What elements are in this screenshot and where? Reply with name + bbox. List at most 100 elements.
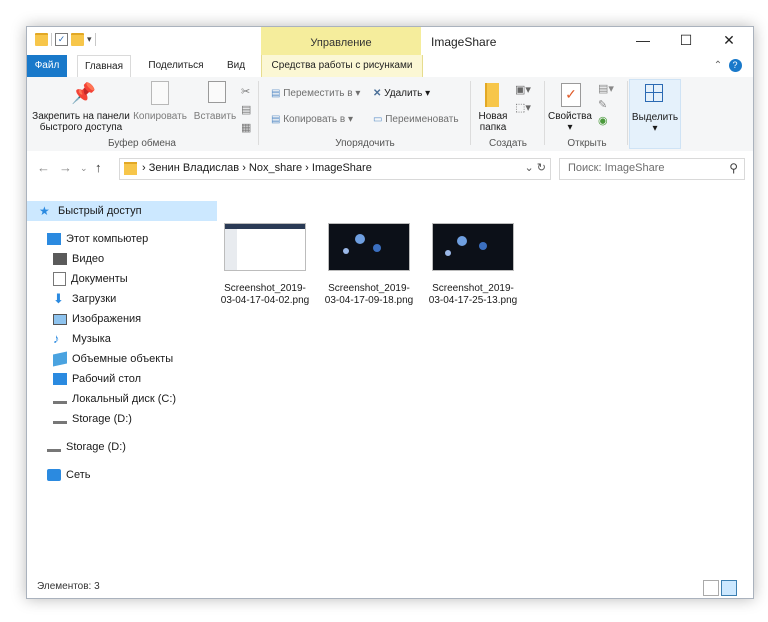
file-name: Screenshot_2019-03-04-17-04-02.png [220,283,310,306]
sidebar-item-downloads[interactable]: ⬇ Загрузки [27,289,231,309]
image-thumbnail [328,223,410,271]
sidebar-item-documents[interactable]: Документы [27,269,231,289]
paste-icon [208,81,226,103]
sidebar-item-pictures[interactable]: Изображения [27,309,231,329]
tab-share[interactable]: Поделиться [140,55,212,77]
explorer-window: ✓ ▾ Управление ImageShare — ☐ ✕ Файл Гла… [26,26,754,599]
download-icon: ⬇ [53,291,64,306]
breadcrumb[interactable]: › Зенин Владислав › Nox_share › ImageSha… [142,162,372,174]
help-icon[interactable]: ? [727,55,743,77]
address-bar[interactable]: › Зенин Владислав › Nox_share › ImageSha… [119,158,551,180]
properties-icon: ✓ [561,83,581,107]
new-item-icons: ▣▾ ⬚▾ [515,84,531,114]
sidebar-item-label: Изображения [72,313,142,325]
collapse-ribbon-icon[interactable]: ⌃ [711,55,725,77]
sidebar-item-3d-objects[interactable]: Объемные объекты [27,349,231,369]
tab-file[interactable]: Файл [27,55,67,77]
status-bar: Элементов: 3 [27,577,753,598]
clipboard-small-icons: ✂ ▤ ▦ [241,86,252,134]
group-divider [258,81,259,145]
sidebar-item-this-pc[interactable]: Этот компьютер [27,229,225,249]
window-title: ImageShare [431,35,497,49]
sidebar-item-label: Загрузки [72,293,117,305]
sidebar-item-desktop[interactable]: Рабочий стол [27,369,231,389]
3d-objects-icon [53,351,67,367]
file-item[interactable]: Screenshot_2019-03-04-17-09-18.png [321,223,417,307]
divider [51,33,52,46]
new-folder-qat-icon[interactable] [71,33,84,46]
sidebar-item-drive-c[interactable]: Локальный диск (C:) [27,389,231,409]
sidebar-item-label: Объемные объекты [72,353,174,365]
close-button[interactable]: ✕ [710,27,748,55]
sidebar-item-video[interactable]: Видео [27,249,231,269]
copy-to-button[interactable]: ▤ Копировать в ▾ [271,113,353,127]
properties-label: Свойства [548,111,592,122]
desktop-icon [53,373,67,385]
paste-button[interactable]: Вставить [191,111,239,122]
video-icon [53,253,67,265]
group-divider [544,81,545,145]
move-to-label: Переместить в [283,88,353,99]
details-view-icon[interactable] [703,580,719,596]
file-item[interactable]: Screenshot_2019-03-04-17-25-13.png [425,223,521,307]
sidebar-item-storage-d[interactable]: Storage (D:) [27,409,231,429]
pin-quick-access-button[interactable]: Закрепить на панели быстрого доступа [29,111,133,133]
copy-to-icon: ▤ [271,114,284,125]
file-name: Screenshot_2019-03-04-17-25-13.png [428,283,518,306]
delete-icon: ✕ [373,88,385,99]
search-input[interactable]: Поиск: ImageShare ⚲ [559,158,745,180]
forward-icon[interactable]: → [59,160,72,175]
title-bar: ✓ ▾ Управление ImageShare — ☐ ✕ [27,27,753,55]
maximize-button[interactable]: ☐ [667,27,705,55]
copy-button[interactable]: Копировать [133,111,187,122]
tab-picture-tools[interactable]: Средства работы с рисунками [261,55,423,77]
items-count: Элементов: 3 [37,581,100,592]
large-icons-view-icon[interactable] [721,580,737,596]
sidebar-item-label: Storage (D:) [66,441,126,453]
documents-icon [53,272,66,286]
search-icon: ⚲ [729,161,738,175]
refresh-icon[interactable]: ⌄ ↻ [525,161,547,174]
back-icon[interactable]: ← [37,160,50,175]
up-icon[interactable]: ↑ [95,160,102,175]
sidebar-item-music[interactable]: ♪ Музыка [27,329,231,349]
ribbon-tabs: Файл Главная Поделиться Вид Средства раб… [27,55,753,79]
address-row: ← → ⌄ ↑ › Зенин Владислав › Nox_share › … [27,151,753,185]
select-button[interactable]: Выделить ▾ [629,79,681,149]
sidebar-item-label: Рабочий стол [72,373,142,385]
properties-qat-icon[interactable]: ✓ [55,33,68,46]
select-label: Выделить ▾ [631,112,679,134]
recent-locations-icon[interactable]: ⌄ [80,163,88,174]
group-label-organize: Упорядочить [335,138,395,149]
new-folder-icon [485,83,499,107]
group-divider [470,81,471,145]
image-thumbnail [432,223,514,271]
ribbon: 📌 Закрепить на панели быстрого доступа К… [27,77,753,152]
sidebar-item-storage-d-root[interactable]: Storage (D:) [27,437,225,457]
sidebar-item-quick-access[interactable]: ★ Быстрый доступ [27,201,217,221]
select-icon [645,84,663,102]
sidebar-item-label: Музыка [72,333,111,345]
move-icon: ▤ [271,88,284,99]
delete-button[interactable]: ✕ Удалить ▾ [373,87,430,101]
sidebar-item-label: Сеть [66,469,91,481]
contextual-tab-title: Управление [310,37,372,49]
quick-access-toolbar: ✓ ▾ [35,33,96,46]
sidebar-item-label: Быстрый доступ [58,205,142,217]
group-label-open: Открыть [567,138,607,149]
rename-button[interactable]: ▭ Переименовать [373,113,459,127]
tab-home[interactable]: Главная [77,55,131,79]
drive-icon [53,395,67,404]
file-item[interactable]: Screenshot_2019-03-04-17-04-02.png [217,223,313,307]
properties-button[interactable]: Свойства ▾ [547,111,593,133]
sidebar-item-label: Storage (D:) [72,413,132,425]
folder-icon [35,33,48,46]
chevron-down-icon[interactable]: ▾ [87,34,92,45]
new-folder-button[interactable]: Новая папка [473,111,513,133]
sidebar-item-network[interactable]: Сеть [27,465,225,485]
drive-icon [47,443,61,452]
sidebar-item-label: Документы [71,273,128,285]
minimize-button[interactable]: — [624,27,662,55]
move-to-button[interactable]: ▤ Переместить в ▾ [271,87,360,101]
tab-view[interactable]: Вид [221,55,251,77]
